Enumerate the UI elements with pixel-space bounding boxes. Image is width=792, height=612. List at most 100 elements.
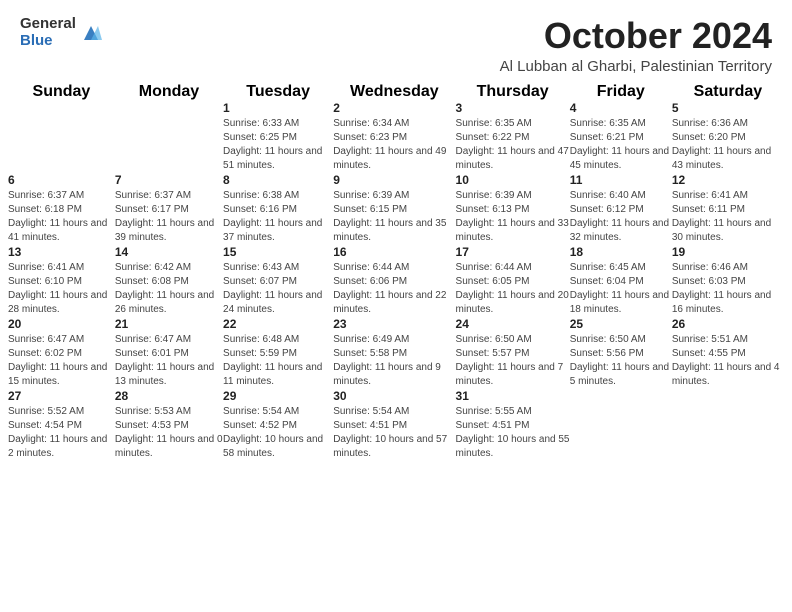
calendar-cell: 12Sunrise: 6:41 AMSunset: 6:11 PMDayligh…: [672, 173, 784, 245]
calendar-cell: 8Sunrise: 6:38 AMSunset: 6:16 PMDaylight…: [223, 173, 333, 245]
day-info: Sunrise: 5:51 AMSunset: 4:55 PMDaylight:…: [672, 333, 784, 389]
day-info: Sunrise: 6:48 AMSunset: 5:59 PMDaylight:…: [223, 333, 333, 389]
day-number: 21: [115, 317, 223, 331]
day-info: Sunrise: 6:37 AMSunset: 6:18 PMDaylight:…: [8, 189, 115, 245]
day-info: Sunrise: 6:47 AMSunset: 6:02 PMDaylight:…: [8, 333, 115, 389]
calendar-cell: 16 Sunrise: 6:44 AMSunset: 6:06 PMDayligh…: [333, 245, 455, 317]
calendar-cell: 4 Sunrise: 6:35 AMSunset: 6:21 PMDaylight…: [570, 101, 672, 173]
day-info: Sunrise: 5:54 AMSunset: 4:52 PMDaylight:…: [223, 405, 333, 461]
day-number: 12: [672, 173, 784, 187]
calendar-cell: 30 Sunrise: 5:54 AMSunset: 4:51 PMDayligh…: [333, 389, 455, 461]
day-number: 14: [115, 245, 223, 259]
day-info: Sunrise: 6:44 AMSunset: 6:05 PMDaylight:…: [456, 261, 570, 317]
calendar-cell: 6 Sunrise: 6:37 AMSunset: 6:18 PMDaylight…: [8, 173, 115, 245]
calendar-cell: 7 Sunrise: 6:37 AMSunset: 6:17 PMDaylight…: [115, 173, 223, 245]
calendar-cell: 25Sunrise: 6:50 AMSunset: 5:56 PMDayligh…: [570, 317, 672, 389]
day-number: 2: [333, 101, 455, 115]
calendar-cell: 19Sunrise: 6:46 AMSunset: 6:03 PMDayligh…: [672, 245, 784, 317]
weekday-header-saturday: Saturday: [672, 83, 784, 101]
calendar-week-row: 20 Sunrise: 6:47 AMSunset: 6:02 PMDayligh…: [8, 317, 784, 389]
calendar-cell: 14 Sunrise: 6:42 AMSunset: 6:08 PMDayligh…: [115, 245, 223, 317]
day-number: 30: [333, 389, 455, 403]
day-info: Sunrise: 6:47 AMSunset: 6:01 PMDaylight:…: [115, 333, 223, 389]
day-info: Sunrise: 6:36 AMSunset: 6:20 PMDaylight:…: [672, 117, 784, 173]
day-number: 9: [333, 173, 455, 187]
day-info: Sunrise: 5:55 AMSunset: 4:51 PMDaylight:…: [456, 405, 570, 461]
day-info: Sunrise: 6:39 AMSunset: 6:13 PMDaylight:…: [456, 189, 570, 245]
calendar-cell: 2 Sunrise: 6:34 AMSunset: 6:23 PMDaylight…: [333, 101, 455, 173]
calendar-cell: 13 Sunrise: 6:41 AMSunset: 6:10 PMDayligh…: [8, 245, 115, 317]
day-number: 31: [456, 389, 570, 403]
day-number: 23: [333, 317, 455, 331]
day-number: 15: [223, 245, 333, 259]
calendar-cell: 9 Sunrise: 6:39 AMSunset: 6:15 PMDaylight…: [333, 173, 455, 245]
calendar-week-row: 13 Sunrise: 6:41 AMSunset: 6:10 PMDayligh…: [8, 245, 784, 317]
day-info: Sunrise: 6:42 AMSunset: 6:08 PMDaylight:…: [115, 261, 223, 317]
day-info: Sunrise: 6:34 AMSunset: 6:23 PMDaylight:…: [333, 117, 455, 173]
weekday-header-friday: Friday: [570, 83, 672, 101]
weekday-header-row: SundayMondayTuesdayWednesdayThursdayFrid…: [8, 83, 784, 101]
day-info: Sunrise: 5:54 AMSunset: 4:51 PMDaylight:…: [333, 405, 455, 461]
logo-general-text: General: [20, 16, 76, 33]
day-number: 3: [456, 101, 570, 115]
title-area: October 2024 Al Lubban al Gharbi, Palest…: [500, 16, 772, 75]
day-info: Sunrise: 6:40 AMSunset: 6:12 PMDaylight:…: [570, 189, 672, 245]
day-number: 25: [570, 317, 672, 331]
day-number: 24: [456, 317, 570, 331]
day-info: Sunrise: 6:33 AMSunset: 6:25 PMDaylight:…: [223, 117, 333, 173]
calendar-cell: [570, 389, 672, 461]
day-info: Sunrise: 6:49 AMSunset: 5:58 PMDaylight:…: [333, 333, 455, 389]
day-number: 13: [8, 245, 115, 259]
calendar-cell: [8, 101, 115, 173]
day-info: Sunrise: 6:44 AMSunset: 6:06 PMDaylight:…: [333, 261, 455, 317]
calendar-cell: 1 Sunrise: 6:33 AMSunset: 6:25 PMDaylight…: [223, 101, 333, 173]
day-number: 4: [570, 101, 672, 115]
weekday-header-tuesday: Tuesday: [223, 83, 333, 101]
day-number: 16: [333, 245, 455, 259]
day-number: 29: [223, 389, 333, 403]
calendar-cell: 15Sunrise: 6:43 AMSunset: 6:07 PMDayligh…: [223, 245, 333, 317]
weekday-header-sunday: Sunday: [8, 83, 115, 101]
day-number: 22: [223, 317, 333, 331]
day-number: 11: [570, 173, 672, 187]
day-number: 28: [115, 389, 223, 403]
day-number: 19: [672, 245, 784, 259]
day-info: Sunrise: 6:35 AMSunset: 6:21 PMDaylight:…: [570, 117, 672, 173]
month-year-title: October 2024: [500, 16, 772, 56]
day-number: 17: [456, 245, 570, 259]
calendar-table: SundayMondayTuesdayWednesdayThursdayFrid…: [8, 83, 784, 461]
calendar-cell: [115, 101, 223, 173]
day-info: Sunrise: 6:45 AMSunset: 6:04 PMDaylight:…: [570, 261, 672, 317]
calendar-week-row: 6 Sunrise: 6:37 AMSunset: 6:18 PMDaylight…: [8, 173, 784, 245]
calendar-cell: 3 Sunrise: 6:35 AMSunset: 6:22 PMDaylight…: [456, 101, 570, 173]
weekday-header-thursday: Thursday: [456, 83, 570, 101]
calendar-cell: 22 Sunrise: 6:48 AMSunset: 5:59 PMDayligh…: [223, 317, 333, 389]
calendar-cell: 21 Sunrise: 6:47 AMSunset: 6:01 PMDayligh…: [115, 317, 223, 389]
day-info: Sunrise: 5:53 AMSunset: 4:53 PMDaylight:…: [115, 405, 223, 461]
day-number: 20: [8, 317, 115, 331]
calendar-cell: 11 Sunrise: 6:40 AMSunset: 6:12 PMDayligh…: [570, 173, 672, 245]
day-info: Sunrise: 6:37 AMSunset: 6:17 PMDaylight:…: [115, 189, 223, 245]
logo-blue-text: Blue: [20, 33, 76, 50]
calendar-cell: 28 Sunrise: 5:53 AMSunset: 4:53 PMDayligh…: [115, 389, 223, 461]
calendar-cell: 10 Sunrise: 6:39 AMSunset: 6:13 PMDayligh…: [456, 173, 570, 245]
location-subtitle: Al Lubban al Gharbi, Palestinian Territo…: [500, 58, 772, 75]
day-number: 6: [8, 173, 115, 187]
day-number: 7: [115, 173, 223, 187]
day-number: 18: [570, 245, 672, 259]
day-info: Sunrise: 6:35 AMSunset: 6:22 PMDaylight:…: [456, 117, 570, 173]
logo-icon: [80, 22, 102, 44]
weekday-header-wednesday: Wednesday: [333, 83, 455, 101]
calendar-cell: 17 Sunrise: 6:44 AMSunset: 6:05 PMDayligh…: [456, 245, 570, 317]
day-number: 8: [223, 173, 333, 187]
day-info: Sunrise: 6:39 AMSunset: 6:15 PMDaylight:…: [333, 189, 455, 245]
calendar-cell: 27Sunrise: 5:52 AMSunset: 4:54 PMDayligh…: [8, 389, 115, 461]
calendar-cell: [672, 389, 784, 461]
day-number: 10: [456, 173, 570, 187]
calendar-cell: 29 Sunrise: 5:54 AMSunset: 4:52 PMDayligh…: [223, 389, 333, 461]
calendar-week-row: 27Sunrise: 5:52 AMSunset: 4:54 PMDayligh…: [8, 389, 784, 461]
calendar-cell: 23 Sunrise: 6:49 AMSunset: 5:58 PMDayligh…: [333, 317, 455, 389]
day-number: 5: [672, 101, 784, 115]
day-number: 1: [223, 101, 333, 115]
day-info: Sunrise: 6:41 AMSunset: 6:10 PMDaylight:…: [8, 261, 115, 317]
